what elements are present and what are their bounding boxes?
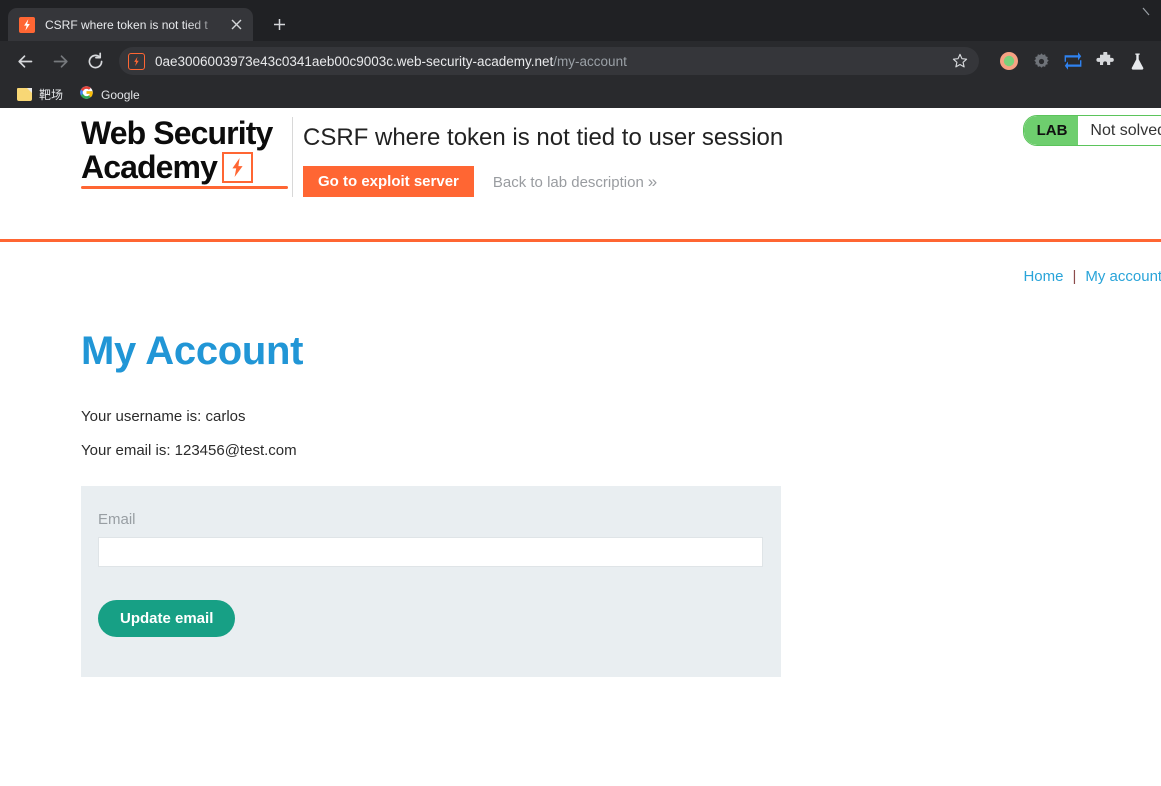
page-body: Web Security Academy CSRF where token is… [0,108,1161,786]
gear-icon[interactable] [1027,47,1055,75]
new-tab-button[interactable] [265,10,293,38]
email-field-label: Email [98,511,136,528]
browser-chrome: CSRF where token is not tied t 0ae300600… [0,0,1161,108]
profile-avatar-icon[interactable] [995,47,1023,75]
lab-title: CSRF where token is not tied to user ses… [303,124,784,151]
lab-header: Web Security Academy CSRF where token is… [0,108,1161,239]
lightning-bolt-logo-icon [222,152,253,183]
nav-link-my-account[interactable]: My account [1082,268,1161,285]
toolbar-extension-icons [985,47,1151,75]
forward-icon[interactable] [45,46,75,76]
header-divider [292,117,293,197]
lightning-bolt-site-icon [128,52,145,70]
nav-link-home[interactable]: Home [1020,268,1066,285]
nav-separator: | [1072,268,1077,285]
back-icon[interactable] [10,46,40,76]
window-controls[interactable] [1123,6,1153,24]
lightning-bolt-favicon [19,16,35,33]
page-content: Home|My account| My Account Your usernam… [0,242,1161,677]
lab-status-text: Not solved [1090,121,1161,139]
browser-tab[interactable]: CSRF where token is not tied t [8,8,253,41]
email-input[interactable] [98,537,763,567]
bookmark-item-google[interactable]: Google [72,84,147,106]
web-security-academy-logo[interactable]: Web Security Academy [81,116,288,189]
bookmark-label: 靶场 [39,88,64,102]
lab-actions: Go to exploit server Back to lab descrip… [303,166,657,197]
google-icon [79,85,94,105]
update-email-form: Email Update email [81,486,781,677]
lab-status-badge: LAB Not solved [1022,115,1161,146]
folder-icon [17,88,32,101]
tab-strip: CSRF where token is not tied t [0,0,1161,41]
extensions-puzzle-icon[interactable] [1091,47,1119,75]
bookmark-star-icon[interactable] [947,48,973,74]
username-line: Your username is: carlos [81,408,246,425]
account-container: My Account Your username is: carlos Your… [0,242,1161,677]
back-link-label: Back to lab description [492,173,644,191]
account-nav-links: Home|My account| [1020,242,1161,285]
bookmark-label: Google [101,87,140,102]
logo-row-2: Academy [81,150,288,184]
update-email-button[interactable]: Update email [98,600,236,637]
tab-title: CSRF where token is not tied t [45,17,208,32]
chevron-right-icon: » [647,171,658,191]
url-host: 0ae3006003973e43c0341aeb00c9003c.web-sec… [155,53,554,69]
logo-line-1: Web Security [81,115,273,151]
browser-toolbar: 0ae3006003973e43c0341aeb00c9003c.web-sec… [0,41,1161,81]
flask-icon[interactable] [1123,47,1151,75]
close-icon[interactable] [228,16,245,33]
sync-arrows-icon[interactable] [1059,47,1087,75]
logo-underline [81,186,288,189]
url-text: 0ae3006003973e43c0341aeb00c9003c.web-sec… [155,54,947,69]
bookmark-item-folder[interactable]: 靶场 [10,84,70,106]
email-line: Your email is: 123456@test.com [81,442,297,459]
logo-line-2: Academy [81,149,218,185]
reload-icon[interactable] [80,46,110,76]
go-to-exploit-server-button[interactable]: Go to exploit server [303,166,474,197]
page-title: My Account [81,329,304,373]
url-path: /my-account [553,53,627,69]
back-to-lab-description-link[interactable]: Back to lab description» [493,172,657,192]
lab-tag: LAB [1023,116,1079,145]
bookmarks-bar: 靶场 Google [0,81,1161,108]
address-bar[interactable]: 0ae3006003973e43c0341aeb00c9003c.web-sec… [119,47,979,75]
